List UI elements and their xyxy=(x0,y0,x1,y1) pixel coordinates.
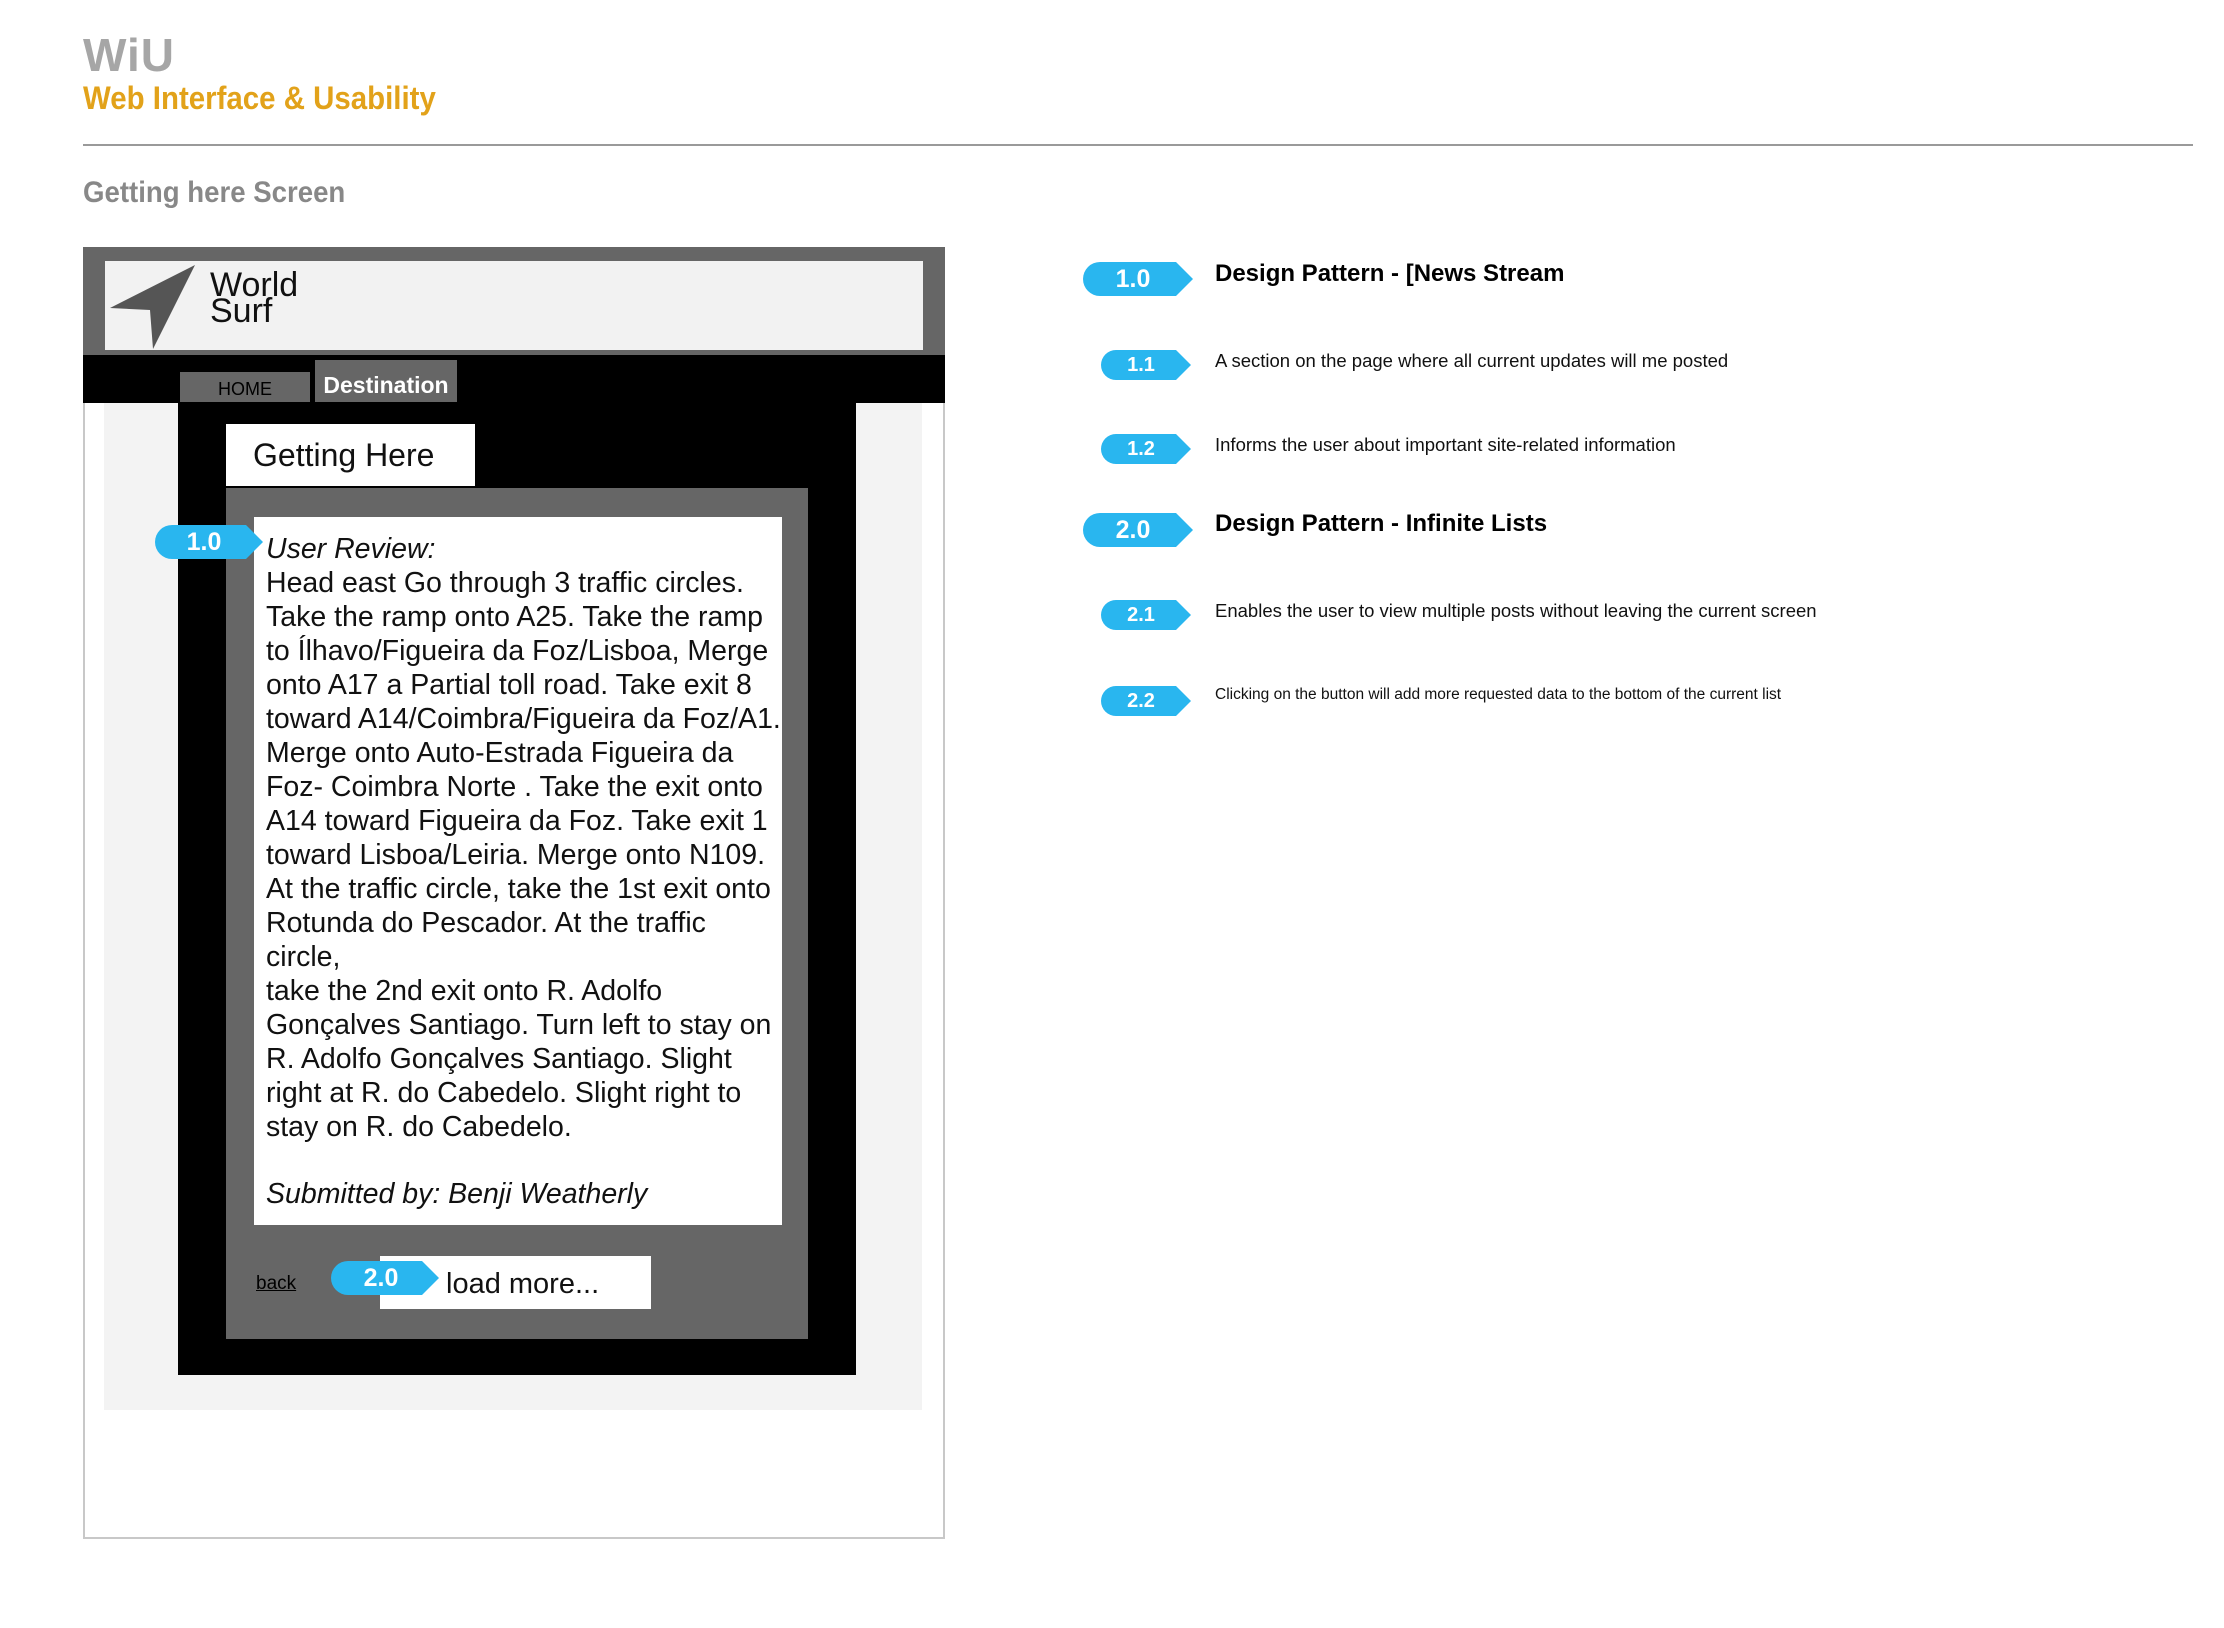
annotation-badge-2-2: 2.2 xyxy=(1101,686,1191,716)
header-divider xyxy=(83,144,2193,146)
annotation-text-2-1: Enables the user to view multiple posts … xyxy=(1215,600,1817,621)
nav-home-tab[interactable]: HOME xyxy=(180,372,310,402)
navigation-arrow-icon xyxy=(110,265,195,349)
annotation-badge-2-0: 2.0 xyxy=(1083,513,1193,547)
badge-review: 1.0 xyxy=(155,525,263,559)
tab-getting-here[interactable]: Getting Here xyxy=(226,424,475,486)
screen-title: Getting here Screen xyxy=(83,176,346,209)
review-heading: User Review: xyxy=(266,533,436,565)
brand-title: WiU xyxy=(83,29,176,81)
annotation-text-1-2: Informs the user about important site-re… xyxy=(1215,434,1676,455)
site-logo[interactable]: World Surf xyxy=(210,268,298,328)
annotation-badge-1-2: 1.2 xyxy=(1101,434,1191,464)
review-body: Head east Go through 3 traffic circles. … xyxy=(266,567,781,1143)
brand-subtitle: Web Interface & Usability xyxy=(83,80,436,116)
badge-load-more: 2.0 xyxy=(331,1261,439,1295)
annotation-badge-1-1: 1.1 xyxy=(1101,350,1191,380)
annotation-text-1-1: A section on the page where all current … xyxy=(1215,350,1729,371)
user-review-card: User Review: Head east Go through 3 traf… xyxy=(254,517,782,1225)
nav-destination-tab[interactable]: Destination xyxy=(315,360,457,402)
annotation-title-1-0: Design Pattern - [News Stream xyxy=(1215,260,1565,287)
annotation-title-2-0: Design Pattern - Infinite Lists xyxy=(1215,510,1548,537)
back-link[interactable]: back xyxy=(256,1273,296,1295)
annotation-text-2-2: Clicking on the button will add more req… xyxy=(1215,686,1782,703)
annotation-badge-2-1: 2.1 xyxy=(1101,600,1191,630)
review-author: Submitted by: Benji Weatherly xyxy=(266,1178,648,1210)
annotation-badge-1-0: 1.0 xyxy=(1083,262,1193,296)
